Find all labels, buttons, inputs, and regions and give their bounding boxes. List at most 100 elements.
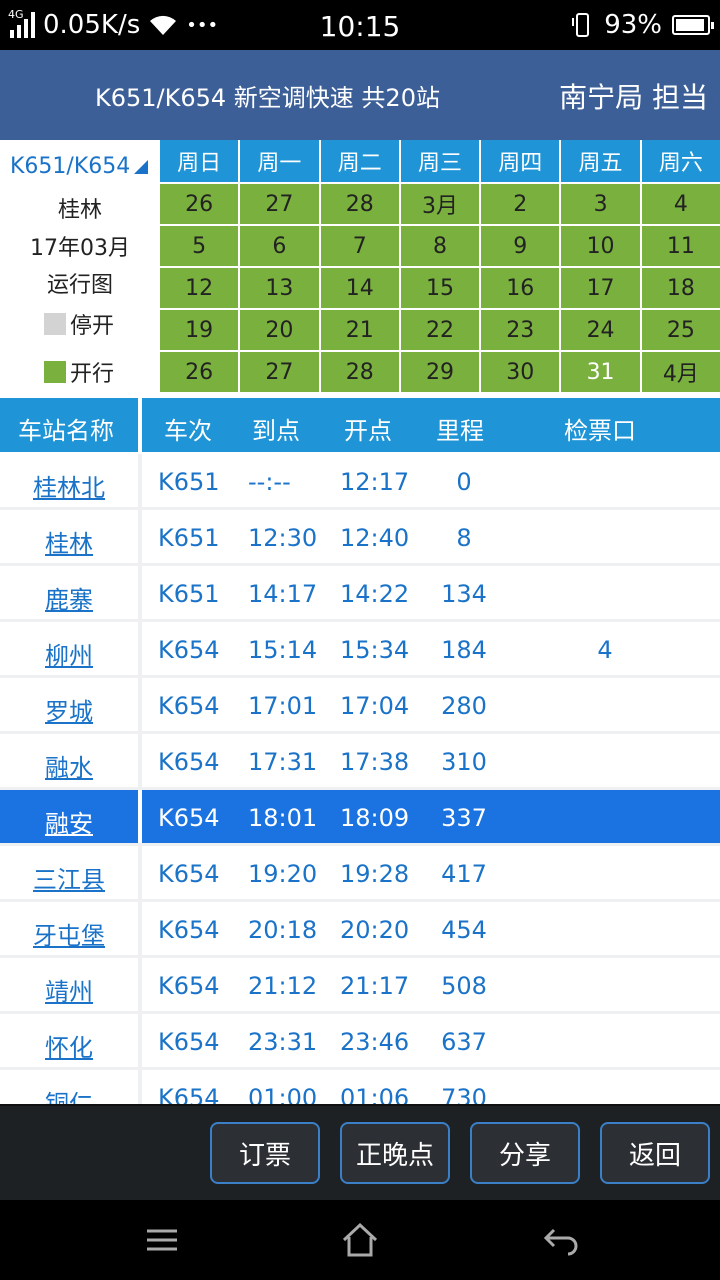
station-link[interactable]: 桂林北 (0, 468, 138, 503)
station-link[interactable]: 罗城 (0, 692, 138, 727)
calendar-day[interactable]: 26 (160, 352, 239, 392)
back-arrow-icon[interactable] (540, 1220, 580, 1260)
table-row[interactable]: 桂林北 K651 --:-- 12:17 0 (0, 454, 720, 507)
calendar-day[interactable]: 28 (320, 184, 399, 224)
ontime-button[interactable]: 正晚点 (340, 1122, 450, 1184)
home-icon[interactable] (340, 1220, 380, 1260)
calendar-day[interactable]: 25 (641, 310, 720, 350)
weekday-header: 周五 (561, 140, 640, 182)
calendar-day[interactable]: 5 (160, 226, 239, 266)
battery-percent: 93% (604, 10, 662, 40)
status-left: 4G 0.05K/s ••• (8, 0, 218, 50)
calendar-day[interactable]: 21 (320, 310, 399, 350)
train-number: K654 (158, 1028, 220, 1056)
calendar-day[interactable]: 30 (481, 352, 560, 392)
table-row[interactable]: 融安 K654 18:01 18:09 337 (0, 790, 720, 843)
calendar-day[interactable]: 16 (481, 268, 560, 308)
calendar-day[interactable]: 28 (320, 352, 399, 392)
calendar-day[interactable]: 3 (561, 184, 640, 224)
arrive-time: 17:31 (248, 748, 318, 776)
calendar-day[interactable]: 11 (641, 226, 720, 266)
share-button[interactable]: 分享 (470, 1122, 580, 1184)
station-link[interactable]: 融安 (0, 804, 138, 839)
station-link[interactable]: 牙屯堡 (0, 916, 138, 951)
station-link[interactable]: 融水 (0, 748, 138, 783)
arrive-time: 23:31 (248, 1028, 318, 1056)
calendar-day[interactable]: 4 (641, 184, 720, 224)
calendar-grid: 周日 周一 周二 周三 周四 周五 周六 26 27 28 3月 2 3 4 5 6 7 8 9 10 11 12 13 14… (160, 140, 720, 392)
calendar-section: K651/K654 桂林 17年03月 运行图 停开 开行 周日 周一 周二 周三 周四… (0, 140, 720, 395)
table-row[interactable]: 融水 K654 17:31 17:38 310 (0, 734, 720, 787)
station-link[interactable]: 三江县 (0, 860, 138, 895)
station-list[interactable]: 桂林北 K651 --:-- 12:17 0 桂林 K651 12:30 12:40 8 鹿寨 K65… (0, 454, 720, 1104)
calendar-day[interactable]: 13 (240, 268, 319, 308)
col-arrive: 到点 (252, 417, 300, 445)
train-selector[interactable]: K651/K654 (10, 154, 149, 179)
back-button[interactable]: 返回 (600, 1122, 710, 1184)
calendar-day[interactable]: 9 (481, 226, 560, 266)
train-number: K654 (158, 916, 220, 944)
arrive-time: 19:20 (248, 860, 318, 888)
station-link[interactable]: 铜仁 (0, 1084, 138, 1104)
book-button[interactable]: 订票 (210, 1122, 320, 1184)
train-selector-label: K651/K654 (10, 154, 131, 179)
header-divider (138, 398, 142, 452)
depart-time: 17:38 (340, 748, 410, 776)
calendar-day[interactable]: 8 (400, 226, 480, 266)
status-right: 93% (570, 0, 714, 50)
table-row[interactable]: 桂林 K651 12:30 12:40 8 (0, 510, 720, 563)
calendar-day[interactable]: 10 (561, 226, 640, 266)
mileage: 508 (441, 972, 487, 1000)
calendar-day[interactable]: 19 (160, 310, 239, 350)
station-link[interactable]: 柳州 (0, 636, 138, 671)
calendar-day[interactable]: 17 (561, 268, 640, 308)
column-divider (138, 510, 142, 563)
calendar-day[interactable]: 31 (561, 352, 640, 392)
table-row[interactable]: 怀化 K654 23:31 23:46 637 (0, 1014, 720, 1067)
table-row[interactable]: 三江县 K654 19:20 19:28 417 (0, 846, 720, 899)
calendar-day[interactable]: 12 (160, 268, 239, 308)
calendar-day[interactable]: 23 (481, 310, 560, 350)
calendar-day[interactable]: 27 (240, 352, 319, 392)
table-row[interactable]: 柳州 K654 15:14 15:34 184 4 (0, 622, 720, 675)
calendar-day[interactable]: 6 (240, 226, 319, 266)
calendar-day[interactable]: 2 (481, 184, 560, 224)
action-bar: 订票 正晚点 分享 返回 (0, 1104, 720, 1200)
station-link[interactable]: 怀化 (0, 1028, 138, 1063)
table-row[interactable]: 牙屯堡 K654 20:18 20:20 454 (0, 902, 720, 955)
mileage: 337 (441, 804, 487, 832)
calendar-day[interactable]: 4月 (641, 352, 720, 392)
calendar-day[interactable]: 15 (400, 268, 480, 308)
calendar-day[interactable]: 22 (400, 310, 480, 350)
calendar-day[interactable]: 14 (320, 268, 399, 308)
column-divider (138, 790, 142, 843)
calendar-chart-label: 运行图 (46, 273, 113, 298)
col-gate: 检票口 (564, 417, 636, 445)
weekday-header: 周日 (160, 140, 239, 182)
weekday-header: 周二 (320, 140, 399, 182)
depart-time: 17:04 (340, 692, 410, 720)
column-divider (138, 902, 142, 955)
calendar-day[interactable]: 24 (561, 310, 640, 350)
arrive-time: 21:12 (248, 972, 318, 1000)
table-row[interactable]: 鹿寨 K651 14:17 14:22 134 (0, 566, 720, 619)
table-row[interactable]: 铜仁 K654 01:00 01:06 730 (0, 1070, 720, 1104)
arrive-time: 12:30 (248, 524, 318, 552)
calendar-day[interactable]: 29 (400, 352, 480, 392)
train-number: K654 (158, 636, 220, 664)
legend-suspended: 停开 (44, 308, 114, 340)
table-row[interactable]: 靖州 K654 21:12 21:17 508 (0, 958, 720, 1011)
depart-time: 12:40 (340, 524, 410, 552)
station-link[interactable]: 鹿寨 (0, 580, 138, 615)
station-link[interactable]: 桂林 (0, 524, 138, 559)
calendar-day[interactable]: 20 (240, 310, 319, 350)
calendar-day[interactable]: 3月 (400, 184, 480, 224)
legend-swatch-suspended (44, 313, 66, 335)
table-row[interactable]: 罗城 K654 17:01 17:04 280 (0, 678, 720, 731)
calendar-day[interactable]: 18 (641, 268, 720, 308)
calendar-day[interactable]: 7 (320, 226, 399, 266)
calendar-day[interactable]: 27 (240, 184, 319, 224)
calendar-day[interactable]: 26 (160, 184, 239, 224)
station-link[interactable]: 靖州 (0, 972, 138, 1007)
menu-icon[interactable] (142, 1220, 182, 1260)
